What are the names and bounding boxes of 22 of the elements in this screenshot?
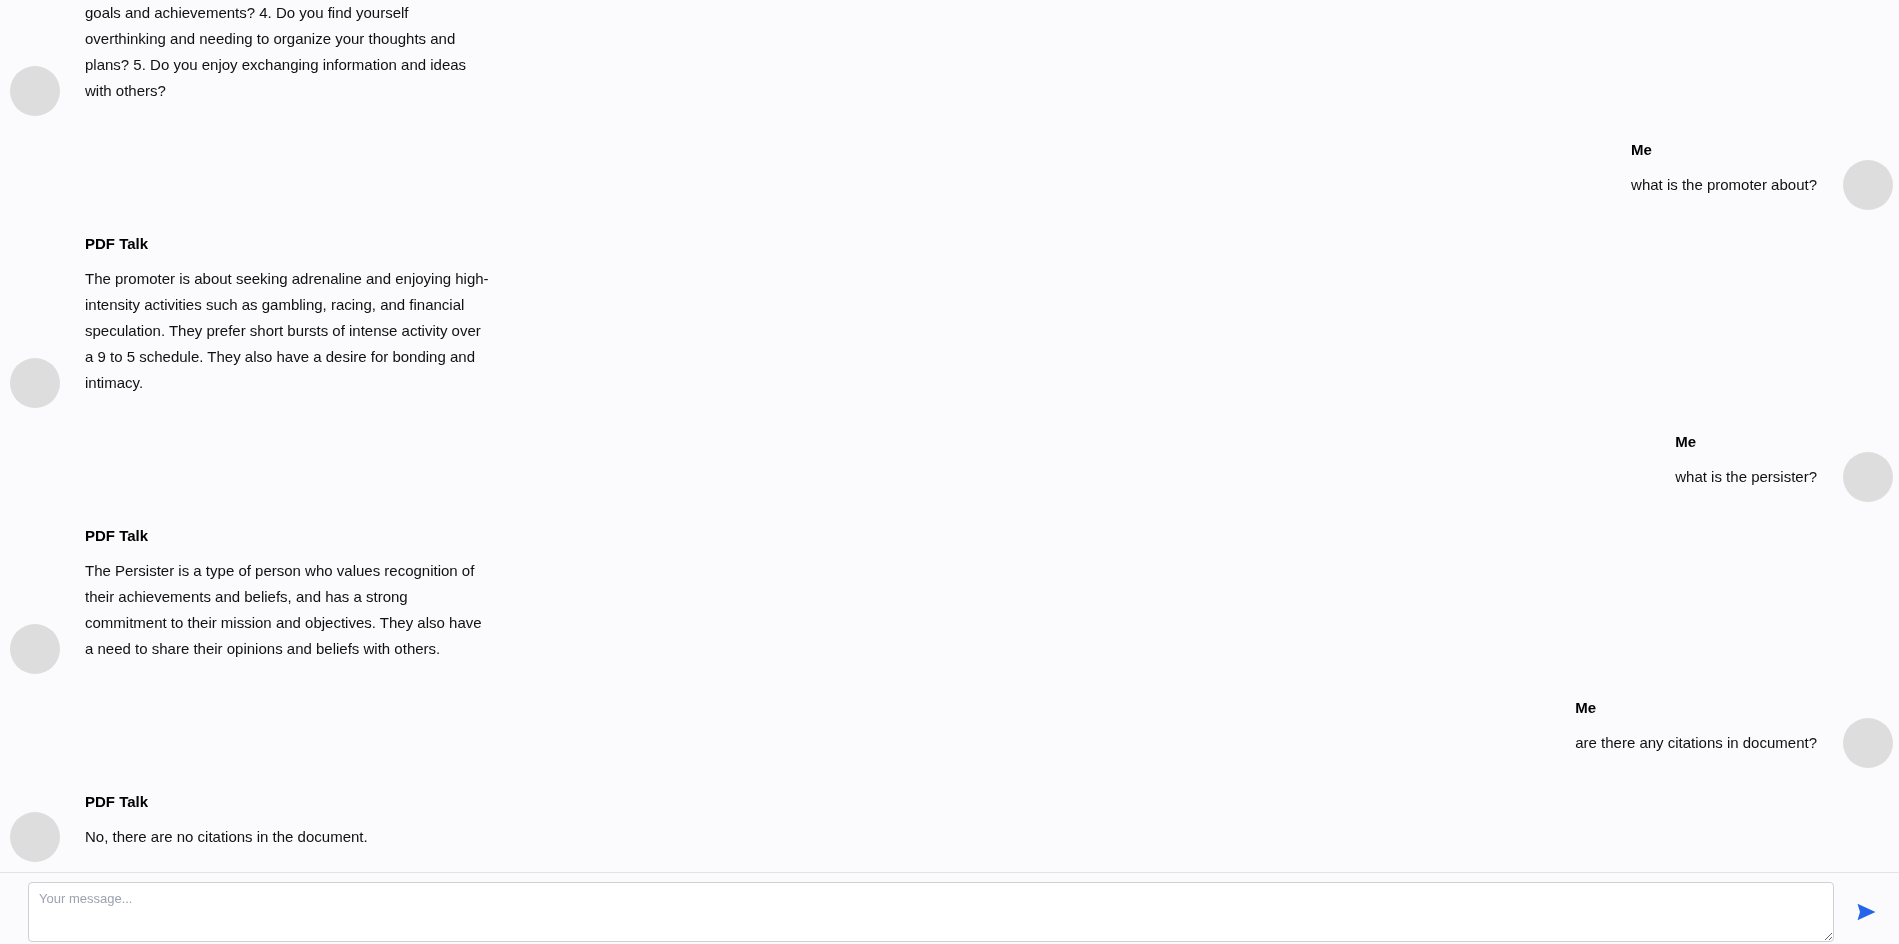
avatar	[10, 358, 60, 408]
avatar	[1843, 160, 1893, 210]
message-text: goals and achievements? 4. Do you find yourself overthinking and needing to organize your thoughts and plans? 5. Do you enjoy exchanging information and ideas with others?	[85, 3, 468, 101]
avatar	[1843, 452, 1893, 502]
sender-name: Me	[1631, 140, 1653, 160]
sender-name: PDF Talk	[85, 234, 150, 254]
avatar	[10, 66, 60, 116]
message-input[interactable]: Your message...	[28, 882, 1834, 942]
avatar	[10, 624, 60, 674]
avatar	[1843, 718, 1893, 768]
message-text: No, there are no citations in the document.	[85, 827, 368, 847]
avatar	[10, 812, 60, 862]
sender-name: PDF Talk	[85, 792, 150, 812]
send-icon	[1857, 903, 1876, 921]
message-text: what is the persister?	[1675, 467, 1817, 487]
sender-name: Me	[1575, 698, 1598, 718]
sender-name: PDF Talk	[85, 526, 150, 546]
sender-name: Me	[1675, 432, 1698, 452]
message-text: The promoter is about seeking adrenaline and enjoying high-intensity activities such as gambling, racing, and financial speculation. They prefer short bursts of intense activity over a 9 to 5 schedule. They also have a desire for bonding and intimacy.	[85, 269, 490, 393]
message-text: are there any citations in document?	[1575, 733, 1817, 753]
message-text: The Persister is a type of person who values recognition of their achievements and beliefs, and has a strong commitment to their mission and objectives. They also have a need to share their opinions and beliefs with others.	[85, 561, 483, 659]
message-text: what is the promoter about?	[1631, 175, 1817, 195]
